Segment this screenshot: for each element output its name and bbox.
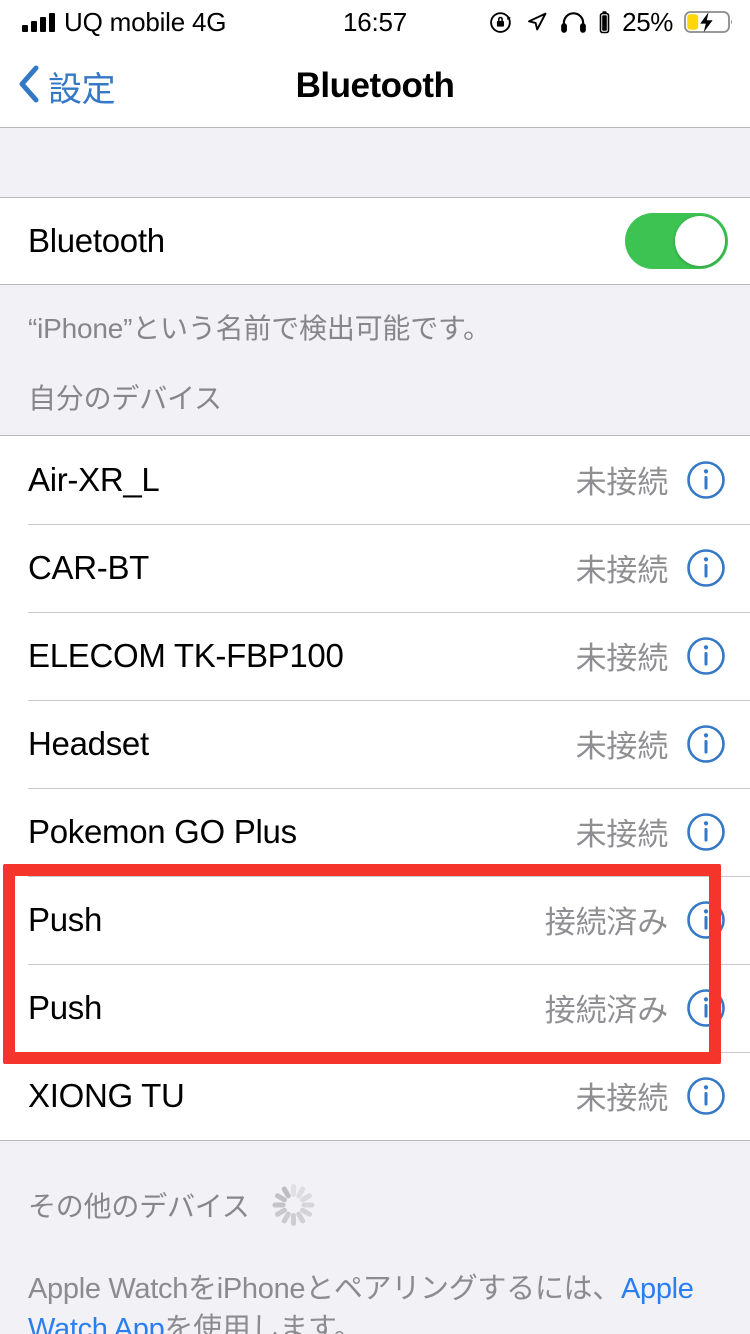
activity-spinner-icon [272,1183,316,1227]
device-row[interactable]: Push 接続済み [0,875,750,964]
device-status: 接続済み [544,905,668,941]
my-devices-group: Air-XR_L 未接続 CAR-BT 未接続 ELECOM TK-FBP100 未接続 H… [0,434,750,1141]
info-icon[interactable] [684,898,728,942]
headphones-icon [560,10,587,34]
bluetooth-label: Bluetooth [28,222,165,259]
my-devices-header-label: 自分のデバイス [28,382,222,414]
discoverable-note: “iPhone”という名前で検出可能です。 [0,284,750,347]
device-name: CAR-BT [28,548,150,586]
device-status: 未接続 [575,817,669,853]
device-row[interactable]: ELECOM TK-FBP100 未接続 [0,611,750,700]
apple-watch-note-after: を使用します。 [164,1312,363,1334]
navigation-bar: 設定 Bluetooth [0,44,750,128]
top-gap [0,128,750,198]
iphone-screen: UQ mobile 4G 16:57 25% 設定 Bluetooth Blue… [0,0,750,1334]
device-status: 接続済み [544,993,668,1029]
device-name: Headset [28,724,149,762]
device-name: XIONG TU [28,1076,185,1114]
switch-knob [675,216,725,266]
device-row-right: 未接続 [576,1073,728,1118]
location-arrow-icon [525,10,549,34]
headphone-battery-icon [598,10,611,35]
device-row[interactable]: Push 接続済み [0,963,750,1052]
device-status: 未接続 [575,465,669,501]
device-name: ELECOM TK-FBP100 [28,636,344,674]
device-row-right: 接続済み [545,897,728,942]
bluetooth-toggle-row[interactable]: Bluetooth [0,198,750,284]
other-devices-header-label: その他のデバイス [28,1190,250,1222]
info-icon[interactable] [684,986,728,1030]
device-row[interactable]: Air-XR_L 未接続 [0,435,750,524]
info-icon[interactable] [684,546,728,590]
rotation-lock-icon [489,10,514,35]
device-row-right: 未接続 [576,545,728,590]
info-icon[interactable] [684,810,728,854]
device-status: 未接続 [575,1081,669,1117]
bluetooth-toggle-group: Bluetooth [0,198,750,284]
apple-watch-note-before: Apple WatchをiPhoneとペアリングするには、 [28,1272,621,1305]
device-row-right: 未接続 [576,633,728,678]
device-row[interactable]: Headset 未接続 [0,699,750,788]
settings-list[interactable]: Bluetooth “iPhone”という名前で検出可能です。 自分のデバイス … [0,128,750,1334]
clock-label: 16:57 [342,6,408,37]
info-icon[interactable] [684,722,728,766]
device-row[interactable]: Pokemon GO Plus 未接続 [0,787,750,876]
device-status: 未接続 [575,729,669,765]
device-row-right: 接続済み [545,985,728,1030]
info-icon[interactable] [684,458,728,502]
device-name: Push [28,988,103,1026]
device-name: Air-XR_L [28,460,160,498]
device-name: Pokemon GO Plus [28,812,297,850]
bluetooth-switch[interactable] [625,213,728,269]
apple-watch-note: Apple WatchをiPhoneとペアリングするには、Apple Watch… [0,1246,750,1334]
device-row-right: 未接続 [576,457,728,502]
my-devices-header: 自分のデバイス [0,346,750,435]
battery-charging-icon [684,9,736,35]
device-name: Push [28,900,103,938]
other-devices-header: その他のデバイス [0,1140,750,1247]
status-bar: UQ mobile 4G 16:57 25% [0,0,750,44]
device-status: 未接続 [575,641,669,677]
battery-percent-label: 25% [622,6,673,37]
device-row[interactable]: CAR-BT 未接続 [0,523,750,612]
device-row[interactable]: XIONG TU 未接続 [0,1051,750,1140]
device-status: 未接続 [575,553,669,589]
device-row-right: 未接続 [576,809,728,854]
info-icon[interactable] [684,634,728,678]
info-icon[interactable] [684,1074,728,1118]
page-title: Bluetooth [295,66,455,105]
status-bar-right: 25% [489,0,736,44]
device-row-right: 未接続 [576,721,728,766]
